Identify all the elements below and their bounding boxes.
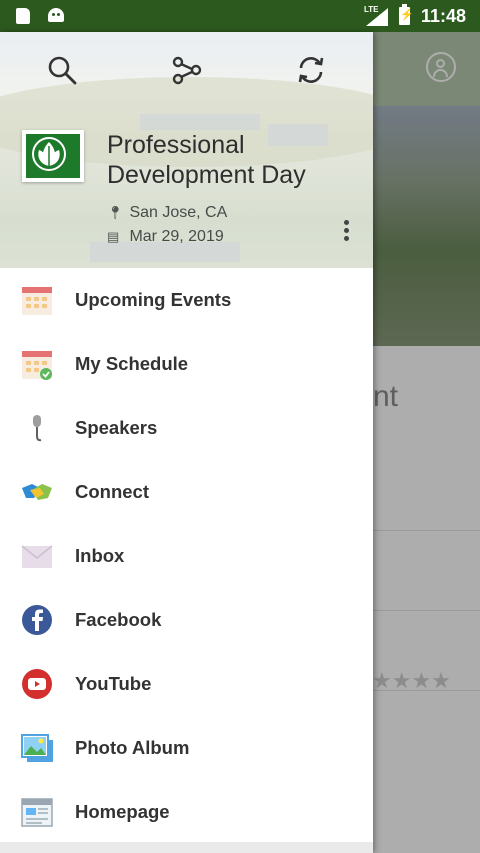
handshake-icon	[20, 476, 54, 508]
homepage-icon	[20, 796, 54, 828]
envelope-icon	[20, 540, 54, 572]
status-bar: LTE 11:48	[0, 0, 480, 32]
photo-album-icon	[20, 732, 54, 764]
battery-charging-icon	[399, 4, 414, 25]
menu-item-inbox[interactable]: Inbox	[0, 524, 373, 588]
event-date: ▤ Mar 29, 2019	[107, 228, 224, 246]
menu-item-connect[interactable]: Connect	[0, 460, 373, 524]
refresh-icon[interactable]	[293, 52, 329, 88]
facebook-icon	[20, 604, 54, 636]
event-title: Professional Development Day	[107, 131, 306, 189]
menu-label: Inbox	[75, 545, 125, 566]
location-pin-icon: 📍︎	[107, 205, 124, 220]
microphone-icon	[20, 412, 54, 444]
menu-item-youtube[interactable]: YouTube	[0, 652, 373, 716]
search-icon[interactable]	[44, 52, 80, 88]
event-location-text: San Jose, CA	[129, 204, 228, 221]
menu-label: YouTube	[75, 673, 152, 694]
menu-label: My Schedule	[75, 353, 189, 374]
menu-item-photo-album[interactable]: Photo Album	[0, 716, 373, 780]
calendar-small-icon: ▤	[107, 229, 120, 244]
menu-label: Speakers	[75, 417, 158, 438]
menu-item-my-schedule[interactable]: My Schedule	[0, 332, 373, 396]
menu-item-facebook[interactable]: Facebook	[0, 588, 373, 652]
event-logo	[22, 130, 84, 182]
clock: 11:48	[421, 6, 467, 26]
calendar-check-icon	[20, 348, 54, 380]
menu-item-homepage[interactable]: Homepage	[0, 780, 373, 844]
event-date-text: Mar 29, 2019	[129, 228, 224, 245]
menu-label: Connect	[75, 481, 149, 502]
drawer-menu: Upcoming Events My Schedule Speakers Con…	[0, 268, 373, 844]
drawer-bottom-edge	[0, 842, 373, 853]
event-location: 📍︎ San Jose, CA	[107, 204, 227, 222]
android-icon	[48, 8, 64, 22]
menu-label: Homepage	[75, 801, 170, 822]
menu-label: Facebook	[75, 609, 162, 630]
navigation-drawer: Professional Development Day 📍︎ San Jose…	[0, 32, 373, 853]
calendar-icon	[20, 284, 54, 316]
menu-label: Photo Album	[75, 737, 190, 758]
sd-card-icon	[16, 8, 30, 24]
signal-icon	[366, 8, 388, 26]
menu-item-speakers[interactable]: Speakers	[0, 396, 373, 460]
youtube-icon	[20, 668, 54, 700]
share-icon[interactable]	[168, 52, 204, 88]
menu-label: Upcoming Events	[75, 289, 232, 310]
menu-item-upcoming-events[interactable]: Upcoming Events	[0, 268, 373, 332]
more-options-icon[interactable]	[340, 220, 352, 244]
drawer-header: Professional Development Day 📍︎ San Jose…	[0, 32, 373, 268]
